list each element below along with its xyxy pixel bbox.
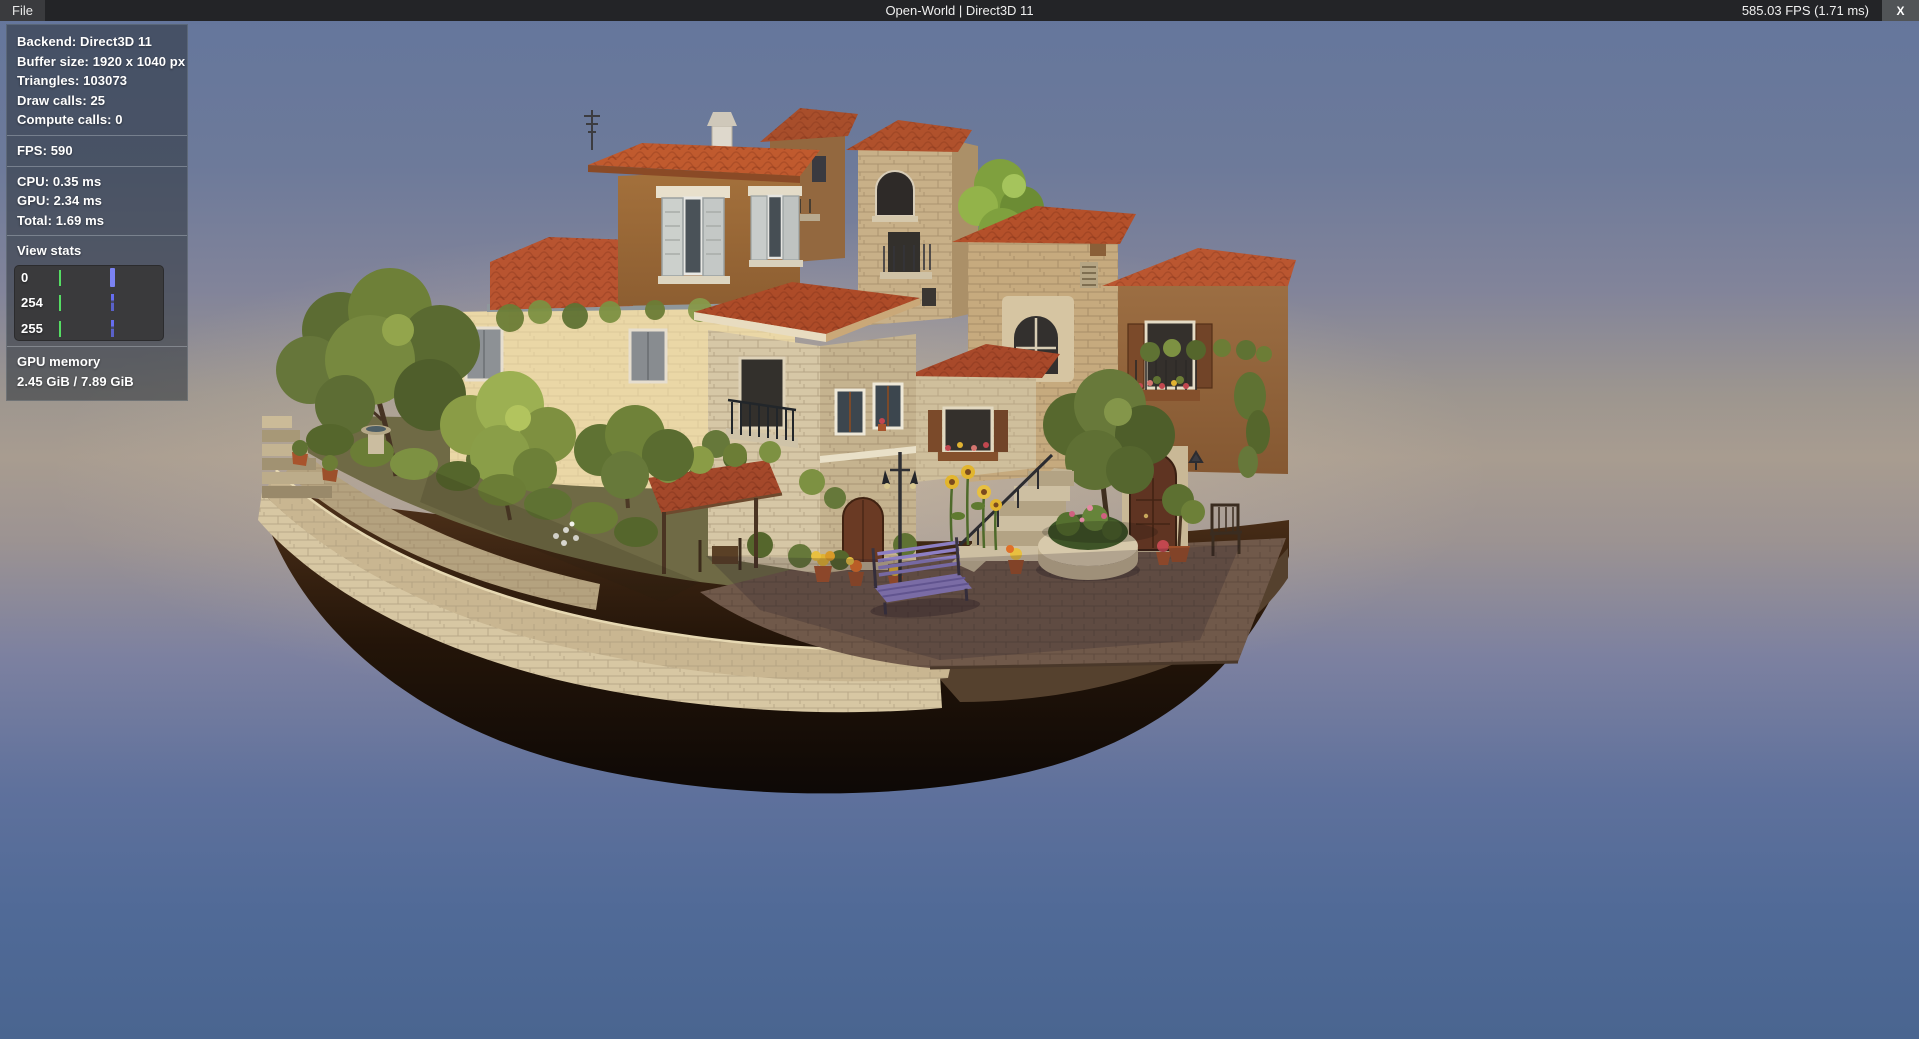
stats-overlay-panel: Backend: Direct3D 11 Buffer size: 1920 x… — [6, 24, 188, 401]
stat-gpu-time: GPU: 2.34 ms — [7, 191, 187, 211]
divider — [7, 235, 187, 236]
window — [874, 384, 902, 431]
shuttered-window — [630, 330, 666, 382]
purple-marker — [110, 268, 115, 287]
view-stats-row-label: 0 — [14, 265, 51, 290]
view-stats-row-label: 255 — [14, 316, 51, 341]
gpu-memory-title: GPU memory — [7, 352, 187, 372]
divider — [7, 166, 187, 167]
title-bar: File Open-World | Direct3D 11 585.03 FPS… — [0, 0, 1919, 21]
divider — [7, 135, 187, 136]
render-viewport[interactable] — [0, 0, 1919, 1039]
fps-readout: 585.03 FPS (1.71 ms) — [1742, 3, 1869, 18]
view-stats-chart: 0 254 255 — [14, 265, 164, 341]
stat-fps: FPS: 590 — [7, 141, 187, 161]
stat-draw-calls: Draw calls: 25 — [7, 91, 187, 111]
view-stats-title: View stats — [7, 241, 187, 261]
shuttered-window — [656, 186, 730, 284]
window — [836, 390, 864, 434]
green-marker — [59, 295, 61, 311]
stat-total-time: Total: 1.69 ms — [7, 211, 187, 231]
view-stats-row-label: 254 — [14, 290, 51, 315]
view-stats-row: 254 — [14, 290, 164, 315]
scene-canvas — [0, 0, 1919, 1039]
shuttered-window — [928, 408, 1008, 461]
view-stats-row: 255 — [14, 316, 164, 341]
close-button[interactable]: X — [1882, 0, 1919, 21]
purple-marker — [111, 320, 114, 337]
window-title: Open-World | Direct3D 11 — [0, 3, 1919, 18]
shuttered-window — [748, 186, 803, 267]
green-marker — [59, 321, 61, 337]
stat-cpu-time: CPU: 0.35 ms — [7, 172, 187, 192]
stat-buffer-size: Buffer size: 1920 x 1040 px — [7, 52, 187, 72]
gpu-memory-value: 2.45 GiB / 7.89 GiB — [7, 372, 187, 392]
view-stats-row: 0 — [14, 265, 164, 290]
stat-backend: Backend: Direct3D 11 — [7, 32, 187, 52]
divider — [7, 346, 187, 347]
purple-marker — [111, 294, 114, 311]
stat-compute-calls: Compute calls: 0 — [7, 110, 187, 130]
stat-triangles: Triangles: 103073 — [7, 71, 187, 91]
titlebar-right: 585.03 FPS (1.71 ms) X — [1742, 0, 1919, 21]
green-marker — [59, 270, 61, 286]
menu-file[interactable]: File — [0, 0, 45, 21]
